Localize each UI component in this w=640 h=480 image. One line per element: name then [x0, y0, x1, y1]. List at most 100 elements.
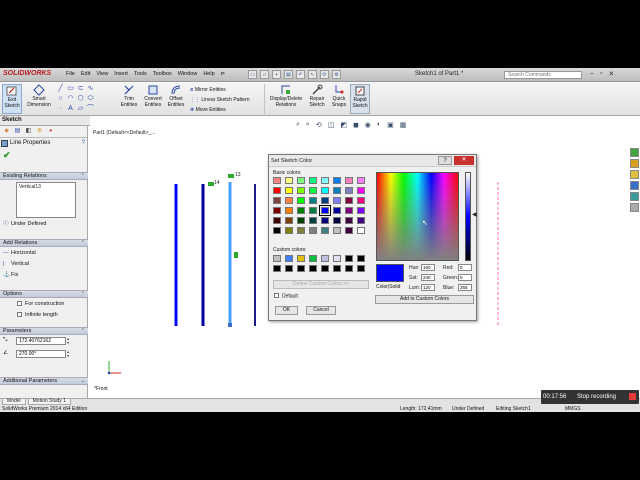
- point-icon[interactable]: ·: [56, 104, 65, 113]
- custom-color-swatch[interactable]: [357, 265, 365, 272]
- basic-color-swatch[interactable]: [345, 197, 353, 204]
- polygon-icon[interactable]: ⬡: [76, 94, 85, 103]
- basic-color-swatch[interactable]: [345, 227, 353, 234]
- lum-field[interactable]: [421, 284, 435, 291]
- basic-color-swatch[interactable]: [357, 187, 365, 194]
- custom-color-swatch[interactable]: [321, 255, 329, 262]
- basic-color-swatch[interactable]: [357, 177, 365, 184]
- blue-field[interactable]: [458, 284, 472, 291]
- basic-color-swatch[interactable]: [273, 207, 281, 214]
- basic-color-swatch[interactable]: [309, 177, 317, 184]
- basic-color-swatch[interactable]: [357, 227, 365, 234]
- basic-color-swatch[interactable]: [273, 177, 281, 184]
- basic-color-swatch[interactable]: [297, 187, 305, 194]
- custom-color-swatch[interactable]: [321, 265, 329, 272]
- basic-color-swatch[interactable]: [321, 227, 329, 234]
- ellipse-icon[interactable]: ⬭: [86, 94, 95, 103]
- menu-help[interactable]: Help: [203, 71, 214, 77]
- save-icon[interactable]: ▪: [272, 70, 281, 79]
- rapid-sketch-button[interactable]: Rapid Sketch: [350, 84, 370, 114]
- for-construction-checkbox[interactable]: For construction: [17, 300, 64, 308]
- sat-field[interactable]: [421, 274, 435, 281]
- line-icon[interactable]: ╱: [56, 84, 65, 93]
- basic-color-swatch[interactable]: [319, 205, 331, 216]
- record-stop-icon[interactable]: [629, 393, 636, 400]
- basic-color-swatch[interactable]: [333, 187, 341, 194]
- custom-color-swatch[interactable]: [285, 255, 293, 262]
- configuration-manager-icon[interactable]: ◧: [24, 127, 33, 136]
- basic-color-swatch[interactable]: [333, 177, 341, 184]
- existing-relations-header[interactable]: Existing Relations ⌃: [0, 172, 88, 180]
- undo-icon[interactable]: ↶: [296, 70, 305, 79]
- spline-icon[interactable]: ∿: [86, 84, 95, 93]
- basic-color-swatch[interactable]: [285, 207, 293, 214]
- basic-color-swatch[interactable]: [273, 187, 281, 194]
- luminance-arrow-icon[interactable]: ◀: [472, 211, 477, 218]
- basic-color-swatch[interactable]: [333, 197, 341, 204]
- offset-entities-button[interactable]: Offset Entities: [166, 84, 186, 108]
- slot-icon[interactable]: ⊂: [76, 84, 85, 93]
- search-commands-input[interactable]: [504, 71, 582, 79]
- basic-color-swatch[interactable]: [357, 217, 365, 224]
- dialog-close-button[interactable]: ✕: [454, 156, 474, 165]
- basic-color-swatch[interactable]: [333, 207, 341, 214]
- basic-color-swatch[interactable]: [309, 197, 317, 204]
- basic-color-swatch[interactable]: [297, 177, 305, 184]
- exit-sketch-button[interactable]: Exit Sketch: [2, 84, 22, 114]
- basic-color-swatch[interactable]: [333, 217, 341, 224]
- dialog-help-button[interactable]: ?: [438, 156, 452, 165]
- circle-icon[interactable]: ○: [56, 94, 65, 103]
- close-icon[interactable]: ✕: [608, 70, 614, 78]
- basic-color-swatch[interactable]: [345, 187, 353, 194]
- custom-color-swatch[interactable]: [297, 265, 305, 272]
- basic-color-swatch[interactable]: [309, 187, 317, 194]
- options-icon[interactable]: ⚙: [332, 70, 341, 79]
- menu-pin-icon[interactable]: ⊳: [221, 71, 226, 77]
- custom-color-swatch[interactable]: [309, 265, 317, 272]
- custom-color-swatch[interactable]: [345, 265, 353, 272]
- menu-tools[interactable]: Tools: [134, 71, 147, 77]
- minimize-icon[interactable]: –: [590, 70, 594, 78]
- tab-motion-study[interactable]: Motion Study 1: [27, 399, 71, 405]
- basic-color-swatch[interactable]: [285, 217, 293, 224]
- basic-color-swatch[interactable]: [285, 187, 293, 194]
- parameters-header[interactable]: Parameters ⌃: [0, 327, 88, 335]
- custom-color-swatch[interactable]: [357, 255, 365, 262]
- rebuild-icon[interactable]: ⟳: [320, 70, 329, 79]
- default-checkbox[interactable]: Default: [274, 293, 298, 300]
- basic-color-swatch[interactable]: [309, 227, 317, 234]
- custom-properties-icon[interactable]: [630, 203, 639, 212]
- print-icon[interactable]: ▤: [284, 70, 293, 79]
- green-field[interactable]: [458, 274, 472, 281]
- basic-color-swatch[interactable]: [297, 197, 305, 204]
- basic-color-swatch[interactable]: [309, 207, 317, 214]
- custom-color-swatch[interactable]: [273, 255, 281, 262]
- feature-manager-icon[interactable]: ◈: [2, 127, 11, 136]
- relation-vertical[interactable]: | Vertical: [3, 260, 29, 268]
- basic-color-swatch[interactable]: [273, 197, 281, 204]
- additional-parameters-header[interactable]: Additional Parameters ⌄: [0, 377, 88, 385]
- length-field[interactable]: [16, 337, 66, 345]
- rectangle-icon[interactable]: ▭: [66, 84, 75, 93]
- new-icon[interactable]: ▭: [248, 70, 257, 79]
- endpoint[interactable]: [228, 323, 232, 327]
- move-entities-button[interactable]: ✥ Move Entities: [190, 105, 249, 115]
- help-icon[interactable]: ?: [82, 138, 85, 149]
- quick-snaps-button[interactable]: Quick Snaps: [330, 84, 348, 108]
- custom-color-swatch[interactable]: [345, 255, 353, 262]
- basic-color-swatch[interactable]: [285, 227, 293, 234]
- menu-file[interactable]: File: [66, 71, 75, 77]
- angle-field[interactable]: [16, 350, 66, 358]
- menu-edit[interactable]: Edit: [81, 71, 90, 77]
- basic-color-swatch[interactable]: [273, 217, 281, 224]
- fillet-icon[interactable]: ⌒: [86, 104, 95, 113]
- menu-insert[interactable]: Insert: [114, 71, 128, 77]
- open-icon[interactable]: ▱: [260, 70, 269, 79]
- trim-entities-button[interactable]: Trim Entities: [118, 84, 140, 108]
- custom-color-swatch[interactable]: [333, 265, 341, 272]
- repair-sketch-button[interactable]: Repair Sketch: [306, 84, 328, 108]
- property-manager-icon[interactable]: ▤: [13, 127, 22, 136]
- options-header[interactable]: Options ⌃: [0, 290, 88, 298]
- tab-model[interactable]: Model: [2, 399, 26, 405]
- display-manager-icon[interactable]: ◕: [46, 127, 55, 136]
